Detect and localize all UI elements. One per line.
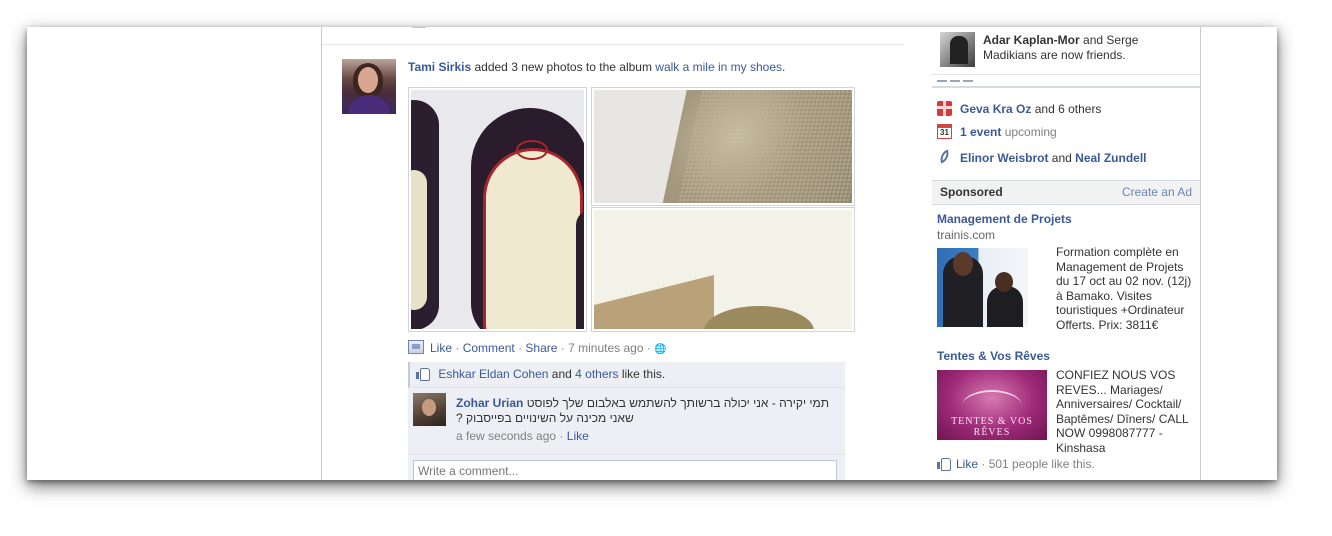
ad-1-image[interactable] <box>937 248 1028 327</box>
friends-notice: Adar Kaplan-Mor and Serge Madikians are … <box>983 33 1139 62</box>
right-column-divider <box>1200 27 1201 480</box>
ad-2-image[interactable]: TENTES & VOS RÊVES <box>937 370 1047 440</box>
more-indicator <box>937 80 975 82</box>
poke-icon <box>937 150 952 165</box>
thumbs-up-icon <box>416 367 430 381</box>
album-photo-2[interactable] <box>591 87 855 206</box>
events-link[interactable]: 1 event <box>960 125 1001 139</box>
album-link[interactable]: walk a mile in my shoes <box>655 60 782 74</box>
timestamp-link[interactable]: 7 minutes ago <box>568 341 643 355</box>
commenter-name-link[interactable]: Zohar Urian <box>456 396 523 410</box>
left-column-divider <box>321 27 322 480</box>
create-ad-link[interactable]: Create an Ad <box>1122 185 1192 199</box>
friend-name-link[interactable]: Adar Kaplan-Mor <box>983 33 1080 47</box>
story-header: Tami Sirkis added 3 new photos to the al… <box>408 60 786 74</box>
comment-time[interactable]: a few seconds ago <box>456 429 556 443</box>
ad-2-like-button[interactable]: Like <box>956 457 978 471</box>
like-button[interactable]: Like <box>430 341 452 355</box>
ad-2-text: CONFIEZ NOUS VOS REVES... Mariages/ Anni… <box>1056 368 1189 455</box>
likes-summary: Eshkar Eldan Cohen and 4 others like thi… <box>408 362 845 388</box>
ad-1-text: Formation complète en Management de Proj… <box>1056 245 1192 332</box>
photo-icon <box>412 27 426 28</box>
author-name-link[interactable]: Tami Sirkis <box>408 60 471 74</box>
pokes-row[interactable]: Elinor Weisbrot and Neal Zundell <box>937 150 1197 166</box>
friend-avatar[interactable] <box>940 32 975 67</box>
ad-2-image-text: TENTES & VOS RÊVES <box>951 416 1033 438</box>
others-link[interactable]: 4 others <box>575 367 618 381</box>
previous-story-remnant <box>412 27 642 29</box>
poke-name-1-link[interactable]: Elinor Weisbrot <box>960 151 1048 165</box>
calendar-icon <box>937 124 952 139</box>
story-action-text: added 3 new photos to the album <box>474 60 652 74</box>
album-icon <box>408 340 424 354</box>
ad-1-domain: trainis.com <box>937 228 996 242</box>
commenter-avatar[interactable] <box>413 393 446 426</box>
birthdays-row[interactable]: Geva Kra Oz and 6 others <box>937 101 1197 117</box>
comment-button[interactable]: Comment <box>463 341 515 355</box>
facebook-window: Tami Sirkis added 3 new photos to the al… <box>27 27 1277 480</box>
sponsored-header: Sponsored Create an Ad <box>932 180 1200 205</box>
birthday-name-link[interactable]: Geva Kra Oz <box>960 102 1031 116</box>
ad-1-title[interactable]: Management de Projets <box>937 212 1072 226</box>
album-photo-3[interactable] <box>591 207 855 332</box>
author-avatar[interactable] <box>342 59 396 114</box>
comment-item: Zohar Urian תמי יקירה - אני יכולה ברשותך… <box>408 388 845 455</box>
liker-name-link[interactable]: Eshkar Eldan Cohen <box>438 367 548 381</box>
poke-name-2-link[interactable]: Neal Zundell <box>1075 151 1146 165</box>
write-comment-input[interactable]: Write a comment... <box>413 460 837 480</box>
thumbs-up-icon <box>937 457 951 471</box>
events-row[interactable]: 1 event upcoming <box>937 124 1197 140</box>
share-button[interactable]: Share <box>525 341 557 355</box>
ad-2-title[interactable]: Tentes & Vos Rêves <box>937 349 1050 363</box>
gift-icon <box>937 101 952 116</box>
ad-2-like-row: Like · 501 people like this. <box>937 457 1095 471</box>
album-photo-1[interactable] <box>408 87 587 332</box>
ad-2-like-count: 501 people like this. <box>988 457 1095 471</box>
comment-like-button[interactable]: Like <box>567 429 589 443</box>
story-separator <box>322 44 904 45</box>
globe-icon: 🌐 <box>654 344 667 355</box>
feedback-box: Eshkar Eldan Cohen and 4 others like thi… <box>408 362 845 480</box>
story-actions: Like · Comment · Share · 7 minutes ago ·… <box>408 340 667 355</box>
sponsored-title: Sponsored <box>940 185 1003 199</box>
